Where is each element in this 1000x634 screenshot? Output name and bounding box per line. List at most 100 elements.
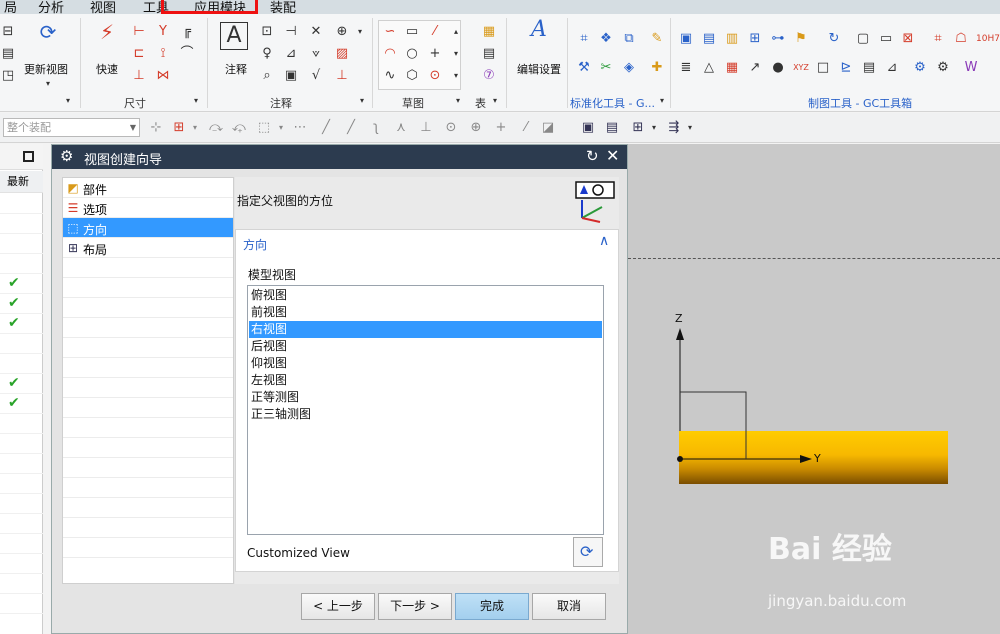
std-tool-icon[interactable]: ✎ bbox=[649, 31, 665, 47]
drafting-tool-icon[interactable]: ▥ bbox=[724, 31, 740, 47]
chevron-down-icon[interactable]: ▾ bbox=[660, 96, 664, 105]
rectangle-icon[interactable]: ▭ bbox=[404, 24, 420, 40]
hatch-icon[interactable]: ▨ bbox=[334, 46, 350, 62]
menu-item-analysis[interactable]: 分析 bbox=[38, 0, 64, 14]
drafting-tool-icon[interactable]: ▭ bbox=[878, 31, 894, 47]
view-icon[interactable]: ▤ bbox=[0, 46, 16, 62]
polygon-icon[interactable]: ⬡ bbox=[404, 68, 420, 84]
box-select-icon[interactable]: ⬚ bbox=[256, 120, 272, 136]
select-icon[interactable]: ⤼ bbox=[208, 120, 224, 136]
std-tool-icon[interactable]: ⌗ bbox=[576, 31, 592, 47]
group-header[interactable]: 方向 ∧ bbox=[236, 230, 618, 254]
view-selection-icon[interactable]: ⇶ bbox=[666, 120, 682, 136]
orientation-icon[interactable] bbox=[572, 180, 616, 224]
edit-settings-label[interactable]: 编辑设置 bbox=[517, 61, 561, 77]
tabular-note-icon[interactable]: ▦ bbox=[481, 24, 497, 40]
drafting-tool-icon[interactable]: ⚙ bbox=[912, 60, 928, 76]
balloon-icon[interactable]: ⑦ bbox=[481, 68, 497, 84]
list-item[interactable] bbox=[0, 574, 43, 594]
snap-icon[interactable]: ⊹ bbox=[148, 120, 164, 136]
list-item-isometric[interactable]: 正等测图 bbox=[249, 389, 602, 406]
list-item[interactable]: ✔ bbox=[0, 374, 43, 394]
chevron-down-icon[interactable]: ▾ bbox=[448, 46, 464, 62]
drafting-tool-icon[interactable]: ⊿ bbox=[884, 60, 900, 76]
back-button[interactable]: < 上一步 bbox=[301, 593, 375, 620]
chevron-down-icon[interactable]: ▾ bbox=[360, 96, 364, 105]
menu-item-view[interactable]: 视图 bbox=[90, 0, 116, 14]
menu-item-layout[interactable]: 局 bbox=[4, 0, 17, 14]
drafting-tool-icon[interactable]: ≣ bbox=[678, 60, 694, 76]
view-icon[interactable]: ⊟ bbox=[0, 24, 16, 40]
drafting-tool-icon[interactable]: ⊶ bbox=[770, 31, 786, 47]
list-item[interactable]: ✔ bbox=[0, 394, 43, 414]
drafting-tool-icon[interactable]: ▤ bbox=[861, 60, 877, 76]
arc-length-icon[interactable]: ⌒ bbox=[179, 46, 195, 62]
list-item[interactable] bbox=[0, 514, 43, 534]
note-icon[interactable]: A bbox=[220, 22, 248, 50]
view-selection-icon[interactable]: ⊞ bbox=[630, 120, 646, 136]
chevron-down-icon[interactable]: ▾ bbox=[352, 24, 368, 40]
snap-curve-icon[interactable]: ʅ bbox=[368, 120, 384, 136]
assembly-scope-select[interactable]: 整个装配 ▼ bbox=[3, 118, 140, 137]
target-point-icon[interactable]: ⊕ bbox=[334, 24, 350, 40]
list-item-bottom[interactable]: 仰视图 bbox=[249, 355, 602, 372]
cross-icon[interactable]: ✕ bbox=[308, 24, 324, 40]
std-tool-icon[interactable]: ⚒ bbox=[576, 60, 592, 76]
menu-item-assembly[interactable]: 装配 bbox=[270, 0, 296, 14]
snap-endpoint-icon[interactable]: ╱ bbox=[318, 120, 334, 136]
list-item[interactable] bbox=[0, 414, 43, 434]
magnify-icon[interactable]: ⌕ bbox=[259, 68, 275, 84]
quick-dimension-label[interactable]: 快速 bbox=[96, 61, 118, 77]
check-mark-icon[interactable]: √ bbox=[308, 68, 324, 84]
std-tool-icon[interactable]: ✂ bbox=[598, 60, 614, 76]
snap-midpoint-icon[interactable]: ╱ bbox=[343, 120, 359, 136]
circle-icon[interactable]: ○ bbox=[404, 46, 420, 62]
drafting-tool-icon[interactable]: 10H7 bbox=[976, 31, 1000, 47]
chevron-down-icon[interactable]: ▾ bbox=[40, 76, 56, 92]
list-item[interactable]: ✔ bbox=[0, 274, 43, 294]
snap-face-icon[interactable]: ◪ bbox=[540, 120, 556, 136]
point-icon[interactable]: + bbox=[427, 46, 443, 62]
list-item[interactable] bbox=[0, 334, 43, 354]
list-item-right[interactable]: 右视图 bbox=[249, 321, 602, 338]
model-view-listbox[interactable]: 俯视图 前视图 右视图 后视图 仰视图 左视图 正等测图 正三轴测图 bbox=[247, 285, 604, 535]
chevron-down-icon[interactable]: ▾ bbox=[448, 68, 464, 84]
feature-control-frame-icon[interactable]: ⊡ bbox=[259, 24, 275, 40]
list-item[interactable] bbox=[0, 474, 43, 494]
black-dot-icon[interactable]: ● bbox=[770, 60, 786, 76]
reset-icon[interactable]: ↻ bbox=[586, 147, 599, 165]
drafting-tool-icon[interactable]: ▤ bbox=[701, 31, 717, 47]
update-view-label[interactable]: 更新视图 bbox=[24, 61, 68, 77]
snap-quadrant-icon[interactable]: ⊕ bbox=[468, 120, 484, 136]
drafting-tool-icon[interactable]: ⊵ bbox=[838, 60, 854, 76]
edit-settings-icon[interactable]: A bbox=[524, 19, 554, 50]
std-tool-icon[interactable]: ❖ bbox=[598, 31, 614, 47]
drafting-tool-icon[interactable]: W bbox=[963, 60, 979, 76]
list-item-trimetric[interactable]: 正三轴测图 bbox=[249, 406, 602, 423]
chevron-up-icon[interactable]: ∧ bbox=[599, 233, 609, 249]
perimeter-dimension-icon[interactable]: ⋈ bbox=[155, 68, 171, 84]
xyz-icon[interactable]: XYZ bbox=[793, 60, 809, 76]
list-item[interactable] bbox=[0, 354, 43, 374]
surface-finish-icon[interactable]: ⊿ bbox=[283, 46, 299, 62]
list-item[interactable] bbox=[0, 194, 43, 214]
list-item[interactable]: ✔ bbox=[0, 314, 43, 334]
quick-dimension-icon[interactable]: ⚡ bbox=[92, 22, 122, 50]
list-item[interactable]: ✔ bbox=[0, 294, 43, 314]
datum-feature-icon[interactable]: ⊣ bbox=[283, 24, 299, 40]
customized-view-button[interactable]: ⟳ bbox=[573, 537, 603, 567]
arc-icon[interactable]: ◠ bbox=[382, 46, 398, 62]
list-item[interactable] bbox=[0, 214, 43, 234]
step-orientation[interactable]: ⬚ 方向 bbox=[63, 218, 233, 238]
list-item-left[interactable]: 左视图 bbox=[249, 372, 602, 389]
list-item[interactable] bbox=[0, 434, 43, 454]
chevron-down-icon[interactable]: ▾ bbox=[456, 96, 460, 105]
close-icon[interactable]: ✕ bbox=[606, 146, 619, 165]
list-item-front[interactable]: 前视图 bbox=[249, 304, 602, 321]
next-button[interactable]: 下一步 > bbox=[378, 593, 452, 620]
snap-icon[interactable]: ⋯ bbox=[292, 120, 308, 136]
drafting-tool-icon[interactable]: ⊠ bbox=[900, 31, 916, 47]
drafting-tool-icon[interactable]: ⚑ bbox=[793, 31, 809, 47]
gear-icon[interactable]: ⚙ bbox=[60, 147, 73, 165]
std-tool-icon[interactable]: ◈ bbox=[621, 60, 637, 76]
